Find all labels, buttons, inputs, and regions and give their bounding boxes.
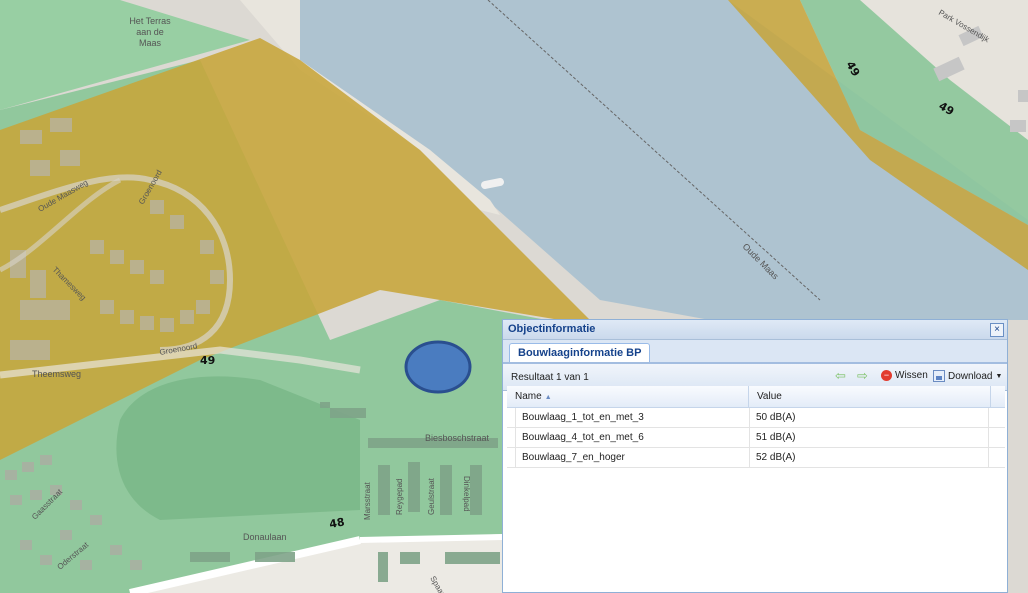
label-biesboschstraat: Biesboschstraat (425, 433, 490, 443)
label-reygepad: Reygepad (395, 479, 404, 515)
label-terras-1: Het Terras (129, 16, 171, 26)
table-row[interactable]: Bouwlaag_4_tot_en_met_6 51 dB(A) (507, 428, 1005, 448)
label-theemsweg: Theemsweg (32, 369, 81, 379)
close-icon[interactable]: × (990, 323, 1004, 337)
label-marsstraat: Marsstraat (363, 481, 372, 520)
row-value: 51 dB(A) (749, 428, 989, 447)
contour-label-49c: 49 (200, 354, 215, 367)
previous-arrow-icon[interactable]: ⇦ (835, 369, 846, 382)
grid-header: Name ▲ Value (507, 386, 1005, 408)
tab-strip: Bouwlaaginformatie BP (503, 340, 1007, 364)
download-button[interactable]: Download ▼ (933, 370, 1002, 382)
label-terras-2: aan de (136, 27, 164, 37)
dropdown-arrow-icon: ▼ (995, 372, 1003, 380)
window-titlebar[interactable]: Objectinformatie × (503, 320, 1007, 340)
label-geulstraat: Geulstraat (427, 477, 436, 515)
row-name: Bouwlaag_1_tot_en_met_3 (515, 408, 749, 427)
next-arrow-icon[interactable]: ⇨ (857, 369, 868, 382)
column-header-value[interactable]: Value (749, 386, 991, 407)
column-header-name[interactable]: Name ▲ (507, 386, 749, 407)
contour-label-48: 48 (328, 515, 345, 530)
wissen-button[interactable]: − Wissen (881, 370, 928, 381)
wissen-label: Wissen (895, 370, 928, 381)
download-label: Download (948, 370, 993, 382)
row-value: 52 dB(A) (749, 448, 989, 467)
row-name: Bouwlaag_7_en_hoger (515, 448, 749, 467)
label-terras-3: Maas (139, 38, 162, 48)
row-name: Bouwlaag_4_tot_en_met_6 (515, 428, 749, 447)
sort-asc-icon: ▲ (544, 394, 552, 401)
tab-bouwlaaginformatie[interactable]: Bouwlaaginformatie BP (509, 343, 651, 362)
selection-marker[interactable] (404, 340, 472, 394)
attribute-grid: Name ▲ Value Bouwlaag_1_tot_en_met_3 50 d… (507, 386, 1005, 468)
download-icon (933, 370, 945, 382)
label-dinkelpad: Dinkelpad (462, 476, 471, 512)
table-row[interactable]: Bouwlaag_1_tot_en_met_3 50 dB(A) (507, 408, 1005, 428)
object-info-window: Objectinformatie × Bouwlaaginformatie BP… (502, 319, 1008, 593)
label-donaulaan: Donaulaan (243, 532, 287, 542)
result-count: Resultaat 1 van 1 (511, 372, 589, 383)
table-row[interactable]: Bouwlaag_7_en_hoger 52 dB(A) (507, 448, 1005, 468)
window-title: Objectinformatie (508, 323, 596, 335)
delete-icon: − (881, 370, 892, 381)
row-value: 50 dB(A) (749, 408, 989, 427)
